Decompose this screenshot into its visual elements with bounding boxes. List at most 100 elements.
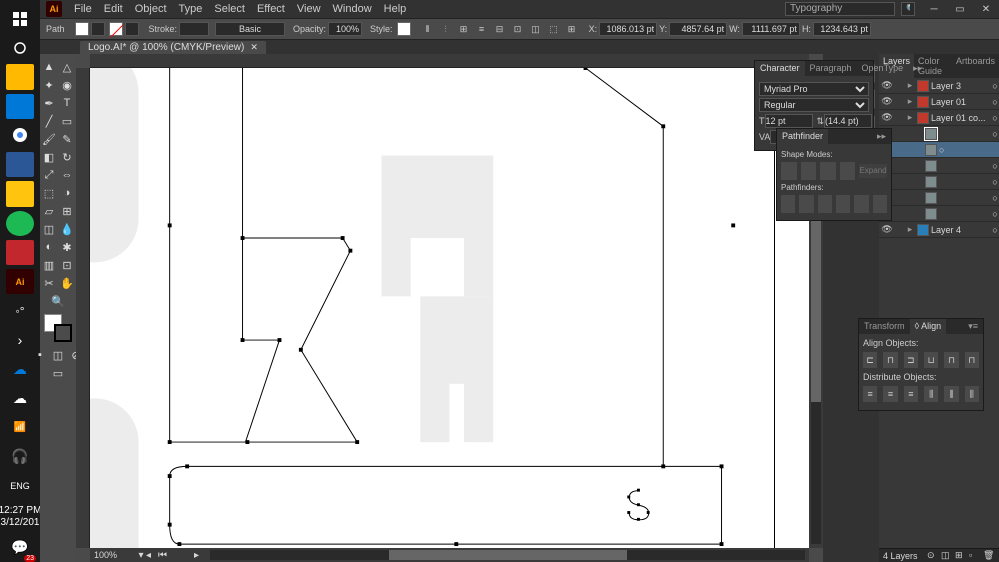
expand-tray-icon[interactable]: ›	[6, 327, 34, 352]
minimize-icon[interactable]: ─	[921, 2, 947, 16]
layer-row[interactable]: 👁○	[879, 174, 999, 190]
menu-select[interactable]: Select	[208, 3, 251, 15]
align-bottom-icon[interactable]: ⊓	[965, 352, 979, 368]
dist-vcenter-icon[interactable]: ≡	[883, 386, 897, 402]
new-layer-icon[interactable]: ▫	[969, 550, 981, 562]
disclosure-icon[interactable]: ▸	[905, 96, 915, 107]
align-icon-4[interactable]: ≡	[474, 21, 490, 37]
tab-paragraph[interactable]: Paragraph	[805, 61, 857, 76]
ruler-horizontal[interactable]	[90, 54, 809, 68]
task-app2-icon[interactable]	[6, 181, 34, 206]
security-icon[interactable]	[6, 240, 34, 265]
menu-edit[interactable]: Edit	[98, 3, 129, 15]
magic-wand-tool[interactable]: ✦	[41, 77, 57, 93]
shape-builder-tool[interactable]: ◑	[59, 185, 75, 201]
expand-button[interactable]: Expand	[859, 164, 887, 178]
align-icon-5[interactable]: ⊟	[492, 21, 508, 37]
pencil-tool[interactable]: ✎	[59, 131, 75, 147]
onedrive-icon[interactable]: ☁	[6, 357, 34, 382]
disclosure-icon[interactable]: ▸	[905, 224, 915, 235]
file-explorer-icon[interactable]	[6, 64, 34, 89]
lasso-tool[interactable]: ◉	[59, 77, 75, 93]
edge-icon[interactable]	[6, 94, 34, 119]
new-sublayer-icon[interactable]: ⊞	[955, 550, 967, 562]
style-swatch[interactable]	[397, 22, 411, 36]
scrollbar-horizontal[interactable]	[210, 550, 805, 560]
visibility-icon[interactable]: 👁	[881, 224, 893, 235]
crop-icon[interactable]	[836, 195, 850, 213]
width-tool[interactable]: ⇔	[59, 167, 75, 183]
merge-icon[interactable]	[818, 195, 832, 213]
dist-bottom-icon[interactable]: ≡	[904, 386, 918, 402]
trim-icon[interactable]	[799, 195, 813, 213]
rotate-tool[interactable]: ↻	[59, 149, 75, 165]
headphones-icon[interactable]: 🎧	[6, 444, 34, 469]
visibility-icon[interactable]: 👁	[881, 96, 893, 107]
brush-select[interactable]	[215, 22, 285, 36]
menu-window[interactable]: Window	[327, 3, 378, 15]
artboard-prev-icon[interactable]: ◂	[146, 550, 158, 561]
ruler-vertical[interactable]	[76, 68, 90, 548]
blend-tool[interactable]: ◐	[41, 239, 57, 255]
layer-row[interactable]: 👁 ▸ Layer 01 co...○	[879, 110, 999, 126]
target-icon[interactable]: ○	[991, 97, 999, 107]
graph-tool[interactable]: ▥	[41, 257, 57, 273]
leading-input[interactable]	[824, 114, 872, 128]
action-center-icon[interactable]: 💬23	[6, 535, 34, 560]
gradient-mode[interactable]: ◫	[50, 347, 66, 363]
artboard-next-icon[interactable]: ▸	[194, 550, 206, 561]
cloud-icon[interactable]: ☁	[6, 386, 34, 411]
target-icon[interactable]: ○	[991, 193, 999, 203]
h-input[interactable]	[813, 22, 871, 36]
align-hcenter-icon[interactable]: ⊓	[883, 352, 897, 368]
panel-collapse-icon[interactable]: ▸▸	[908, 61, 927, 76]
target-icon[interactable]: ○	[991, 209, 999, 219]
opacity-input[interactable]	[328, 22, 362, 36]
divide-icon[interactable]	[781, 195, 795, 213]
exclude-icon[interactable]	[840, 162, 856, 180]
workspace-switcher[interactable]: Typography	[785, 2, 895, 16]
stroke-weight-input[interactable]	[179, 22, 209, 36]
menu-type[interactable]: Type	[173, 3, 209, 15]
stroke-swatch[interactable]	[109, 22, 123, 36]
artboard-tool[interactable]: ⊡	[59, 257, 75, 273]
target-icon[interactable]: ○	[991, 177, 999, 187]
disclosure-icon[interactable]: ▸	[905, 80, 915, 91]
hand-tool[interactable]: ✋	[59, 275, 75, 291]
artboard-first-icon[interactable]: ⏮	[158, 550, 170, 561]
mesh-tool[interactable]: ⊞	[59, 203, 75, 219]
fill-dropdown[interactable]	[91, 22, 105, 36]
align-icon-1[interactable]: ⫴	[420, 21, 436, 37]
menu-view[interactable]: View	[291, 3, 327, 15]
color-mode[interactable]: ▪	[32, 347, 48, 363]
layer-row[interactable]: 👁○	[879, 158, 999, 174]
disclosure-icon[interactable]: ▸	[905, 112, 915, 123]
intersect-icon[interactable]	[820, 162, 836, 180]
start-icon[interactable]	[6, 6, 34, 31]
align-top-icon[interactable]: ⊔	[924, 352, 938, 368]
scale-tool[interactable]: ⤢	[41, 167, 57, 183]
font-size-input[interactable]	[765, 114, 813, 128]
dist-top-icon[interactable]: ≡	[863, 386, 877, 402]
tab-align[interactable]: ◊ Align	[910, 319, 946, 334]
people-icon[interactable]: ◦°	[6, 298, 34, 323]
cortana-icon[interactable]	[6, 35, 34, 60]
selection-tool[interactable]: ▲	[41, 59, 57, 75]
free-transform-tool[interactable]: ⬚	[41, 185, 57, 201]
target-icon[interactable]: ○	[991, 113, 999, 123]
layer-row[interactable]: 👁○	[879, 126, 999, 142]
layer-row[interactable]: 👁▸Layer 3○	[879, 78, 999, 94]
layer-name[interactable]: Layer 3	[931, 81, 991, 91]
visibility-icon[interactable]: 👁	[881, 112, 893, 123]
transform-ref-icon[interactable]: ⊞	[564, 21, 580, 37]
search-input[interactable]	[901, 2, 915, 16]
outline-icon[interactable]	[854, 195, 868, 213]
make-clip-icon[interactable]: ◫	[941, 550, 953, 562]
task-app1-icon[interactable]	[6, 152, 34, 177]
type-tool[interactable]: T	[59, 95, 75, 111]
lang-indicator[interactable]: ENG	[6, 474, 34, 499]
zoom-level[interactable]: 100%	[90, 550, 136, 560]
menu-help[interactable]: Help	[378, 3, 413, 15]
document-tab[interactable]: Logo.AI* @ 100% (CMYK/Preview) ✕	[80, 41, 266, 54]
layer-name[interactable]: Layer 01 co...	[931, 113, 991, 123]
